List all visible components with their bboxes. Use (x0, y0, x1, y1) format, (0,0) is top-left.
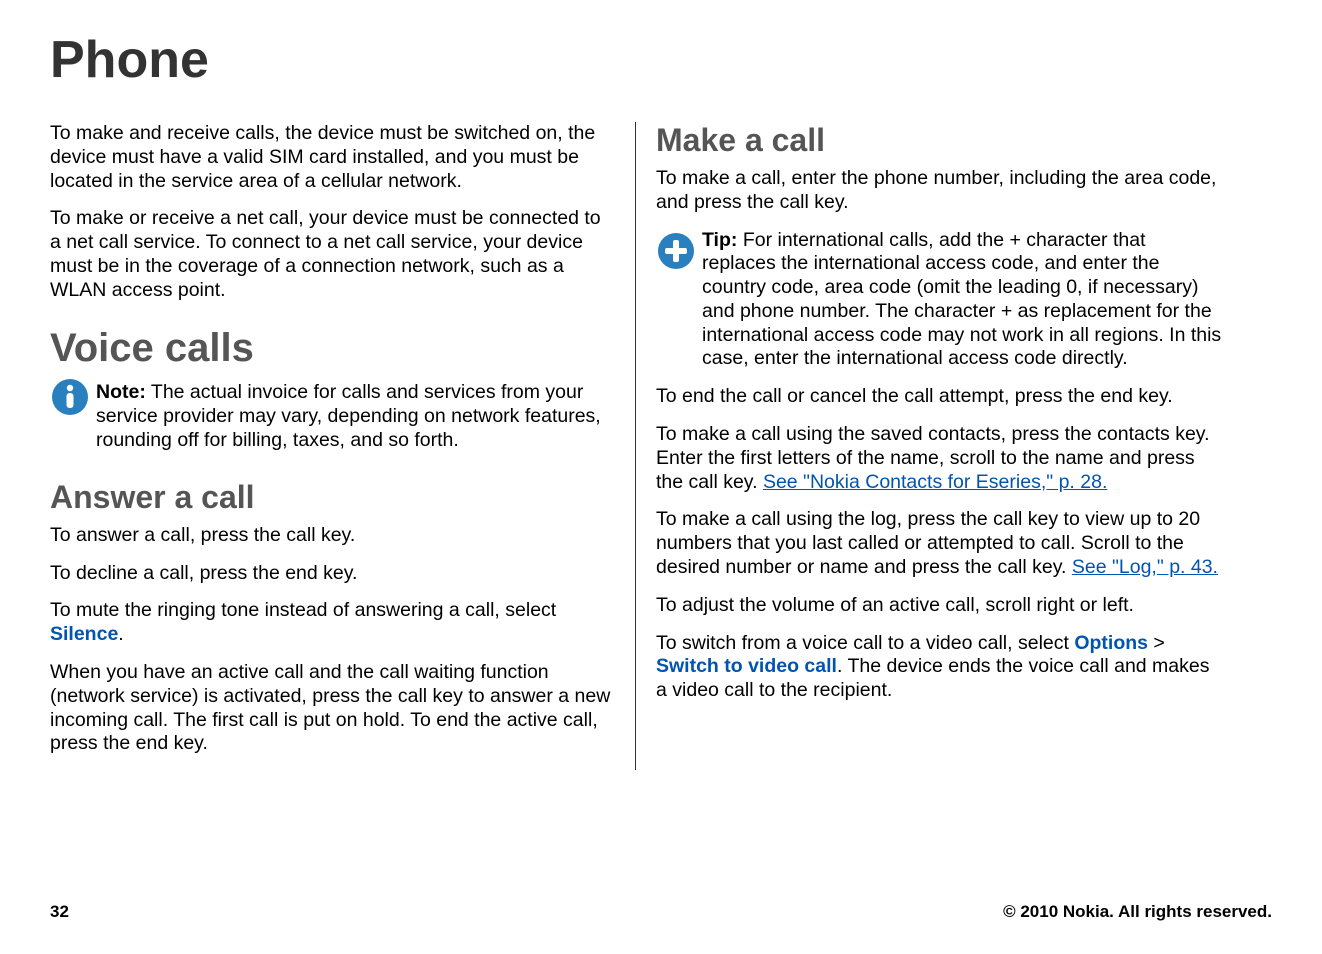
note-icon (50, 377, 90, 417)
answer-call-text: To answer a call, press the call key. (50, 524, 615, 548)
mute-text-2: . (118, 623, 123, 645)
video-text-1: To switch from a voice call to a video c… (656, 632, 1074, 654)
silence-label: Silence (50, 623, 118, 645)
tip-label: Tip: (702, 229, 737, 251)
note-label: Note: (96, 381, 146, 403)
options-label: Options (1074, 632, 1148, 654)
arrow-separator: > (1148, 632, 1165, 654)
video-call-text: To switch from a voice call to a video c… (656, 632, 1222, 703)
mute-text-1: To mute the ringing tone instead of answ… (50, 599, 556, 621)
note-text: Note: The actual invoice for calls and s… (96, 381, 615, 452)
tip-icon (656, 231, 696, 271)
page-number: 32 (50, 902, 69, 922)
switch-to-video-label: Switch to video call (656, 655, 837, 677)
mute-call-text: To mute the ringing tone instead of answ… (50, 599, 615, 647)
link-nokia-contacts[interactable]: See "Nokia Contacts for Eseries," p. 28. (763, 471, 1107, 493)
make-call-text: To make a call, enter the phone number, … (656, 167, 1222, 215)
tip-text: Tip: For international calls, add the + … (702, 229, 1222, 372)
call-waiting-text: When you have an active call and the cal… (50, 661, 615, 756)
intro-paragraph-1: To make and receive calls, the device mu… (50, 122, 615, 193)
right-column: Make a call To make a call, enter the ph… (636, 122, 1222, 770)
two-column-layout: To make and receive calls, the device mu… (50, 122, 1272, 770)
note-block: Note: The actual invoice for calls and s… (50, 381, 615, 452)
tip-block: Tip: For international calls, add the + … (656, 229, 1222, 372)
heading-make-a-call: Make a call (656, 122, 1222, 159)
end-call-text: To end the call or cancel the call attem… (656, 385, 1222, 409)
copyright-text: © 2010 Nokia. All rights reserved. (1003, 902, 1272, 922)
log-call-text: To make a call using the log, press the … (656, 508, 1222, 579)
heading-voice-calls: Voice calls (50, 326, 615, 371)
intro-paragraph-2: To make or receive a net call, your devi… (50, 207, 615, 302)
chapter-title: Phone (50, 30, 1272, 90)
page-footer: 32 © 2010 Nokia. All rights reserved. (50, 902, 1272, 922)
note-body: The actual invoice for calls and service… (96, 381, 601, 451)
decline-call-text: To decline a call, press the end key. (50, 562, 615, 586)
volume-text: To adjust the volume of an active call, … (656, 594, 1222, 618)
heading-answer-a-call: Answer a call (50, 479, 615, 516)
contacts-call-text: To make a call using the saved contacts,… (656, 423, 1222, 494)
link-log[interactable]: See "Log," p. 43. (1072, 556, 1218, 578)
tip-body: For international calls, add the + chara… (702, 229, 1221, 370)
left-column: To make and receive calls, the device mu… (50, 122, 636, 770)
